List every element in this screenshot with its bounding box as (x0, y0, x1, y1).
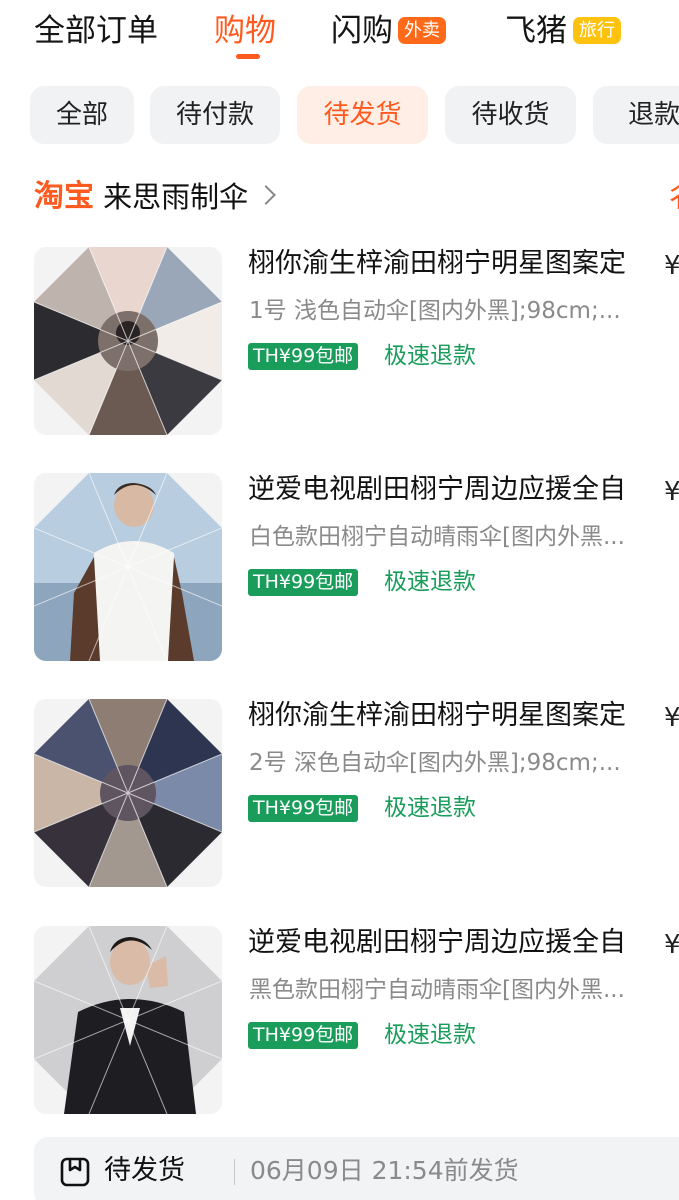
status-filter-bar: 全部 待付款 待发货 待收货 退款/ (0, 86, 679, 146)
collage-photo-icon[interactable] (34, 699, 222, 887)
item-spec: 白色款田栩宁自动晴雨伞[图内外黑... (249, 524, 625, 550)
package-icon (60, 1157, 90, 1191)
fast-refund-label: 极速退款 (384, 343, 476, 369)
order-item[interactable]: 逆爱电视剧田栩宁周边应援全自 白色款田栩宁自动晴雨伞[图内外黑... TH¥99… (0, 473, 679, 663)
filter-pending-shipment[interactable]: 待发货 (297, 86, 428, 144)
order-top-tabs: 全部订单 购物 闪购 外卖 飞猪 旅行 (0, 0, 679, 64)
active-tab-indicator (236, 54, 260, 59)
tab-flash-buy[interactable]: 闪购 (331, 12, 393, 50)
shipment-status: 待发货 (104, 1155, 185, 1186)
divider (234, 1159, 235, 1185)
tab-shopping[interactable]: 购物 (214, 12, 276, 50)
truncated-price: ¥ (664, 251, 679, 281)
fast-refund-label: 极速退款 (384, 1022, 476, 1048)
portrait-photo-icon[interactable] (34, 473, 222, 661)
shipment-status-bar: 待发货 06月09日 21:54前发货 (34, 1137, 679, 1200)
filter-pending-payment[interactable]: 待付款 (150, 86, 280, 144)
item-spec: 黑色款田栩宁自动晴雨伞[图内外黑... (249, 977, 625, 1003)
fast-refund-label: 极速退款 (384, 569, 476, 595)
ship-deadline: 06月09日 21:54前发货 (250, 1156, 519, 1185)
portrait-photo-icon[interactable] (34, 926, 222, 1114)
item-title[interactable]: 栩你渝生梓渝田栩宁明星图案定 (248, 699, 668, 733)
order-item[interactable]: 栩你渝生梓渝田栩宁明星图案定 1号 浅色自动伞[图内外黑];98cm;... T… (0, 247, 679, 437)
truncated-price: ¥ (664, 703, 679, 733)
truncated-price: ¥ (664, 477, 679, 507)
shop-name: 来思雨制伞 (103, 180, 249, 214)
promo-tag: TH¥99包邮 (248, 1022, 359, 1049)
takeout-badge: 外卖 (398, 17, 446, 44)
truncated-price: ¥ (664, 930, 679, 960)
chevron-right-icon (256, 185, 277, 205)
filter-pending-receipt[interactable]: 待收货 (445, 86, 576, 144)
tab-all-orders[interactable]: 全部订单 (34, 12, 158, 50)
order-item[interactable]: 栩你渝生梓渝田栩宁明星图案定 2号 深色自动伞[图内外黑];98cm;... T… (0, 699, 679, 889)
fast-refund-label: 极速退款 (384, 795, 476, 821)
truncated-status-text: 彳 (664, 180, 679, 216)
order-item[interactable]: 逆爱电视剧田栩宁周边应援全自 黑色款田栩宁自动晴雨伞[图内外黑... TH¥99… (0, 926, 679, 1116)
tab-fliggy[interactable]: 飞猪 (505, 12, 567, 50)
filter-all[interactable]: 全部 (30, 86, 134, 144)
item-spec: 2号 深色自动伞[图内外黑];98cm;... (249, 750, 621, 776)
filter-refund[interactable]: 退款/ (593, 86, 679, 144)
shop-header[interactable]: 淘宝 来思雨制伞 (34, 176, 277, 220)
promo-tag: TH¥99包邮 (248, 343, 359, 370)
travel-badge: 旅行 (573, 17, 621, 44)
item-spec: 1号 浅色自动伞[图内外黑];98cm;... (249, 298, 621, 324)
promo-tag: TH¥99包邮 (248, 569, 359, 596)
collage-photo-icon[interactable] (34, 247, 222, 435)
item-title[interactable]: 逆爱电视剧田栩宁周边应援全自 (248, 473, 668, 507)
taobao-logo: 淘宝 (34, 179, 94, 214)
promo-tag: TH¥99包邮 (248, 795, 359, 822)
item-title[interactable]: 逆爱电视剧田栩宁周边应援全自 (248, 926, 668, 960)
item-title[interactable]: 栩你渝生梓渝田栩宁明星图案定 (248, 247, 668, 281)
